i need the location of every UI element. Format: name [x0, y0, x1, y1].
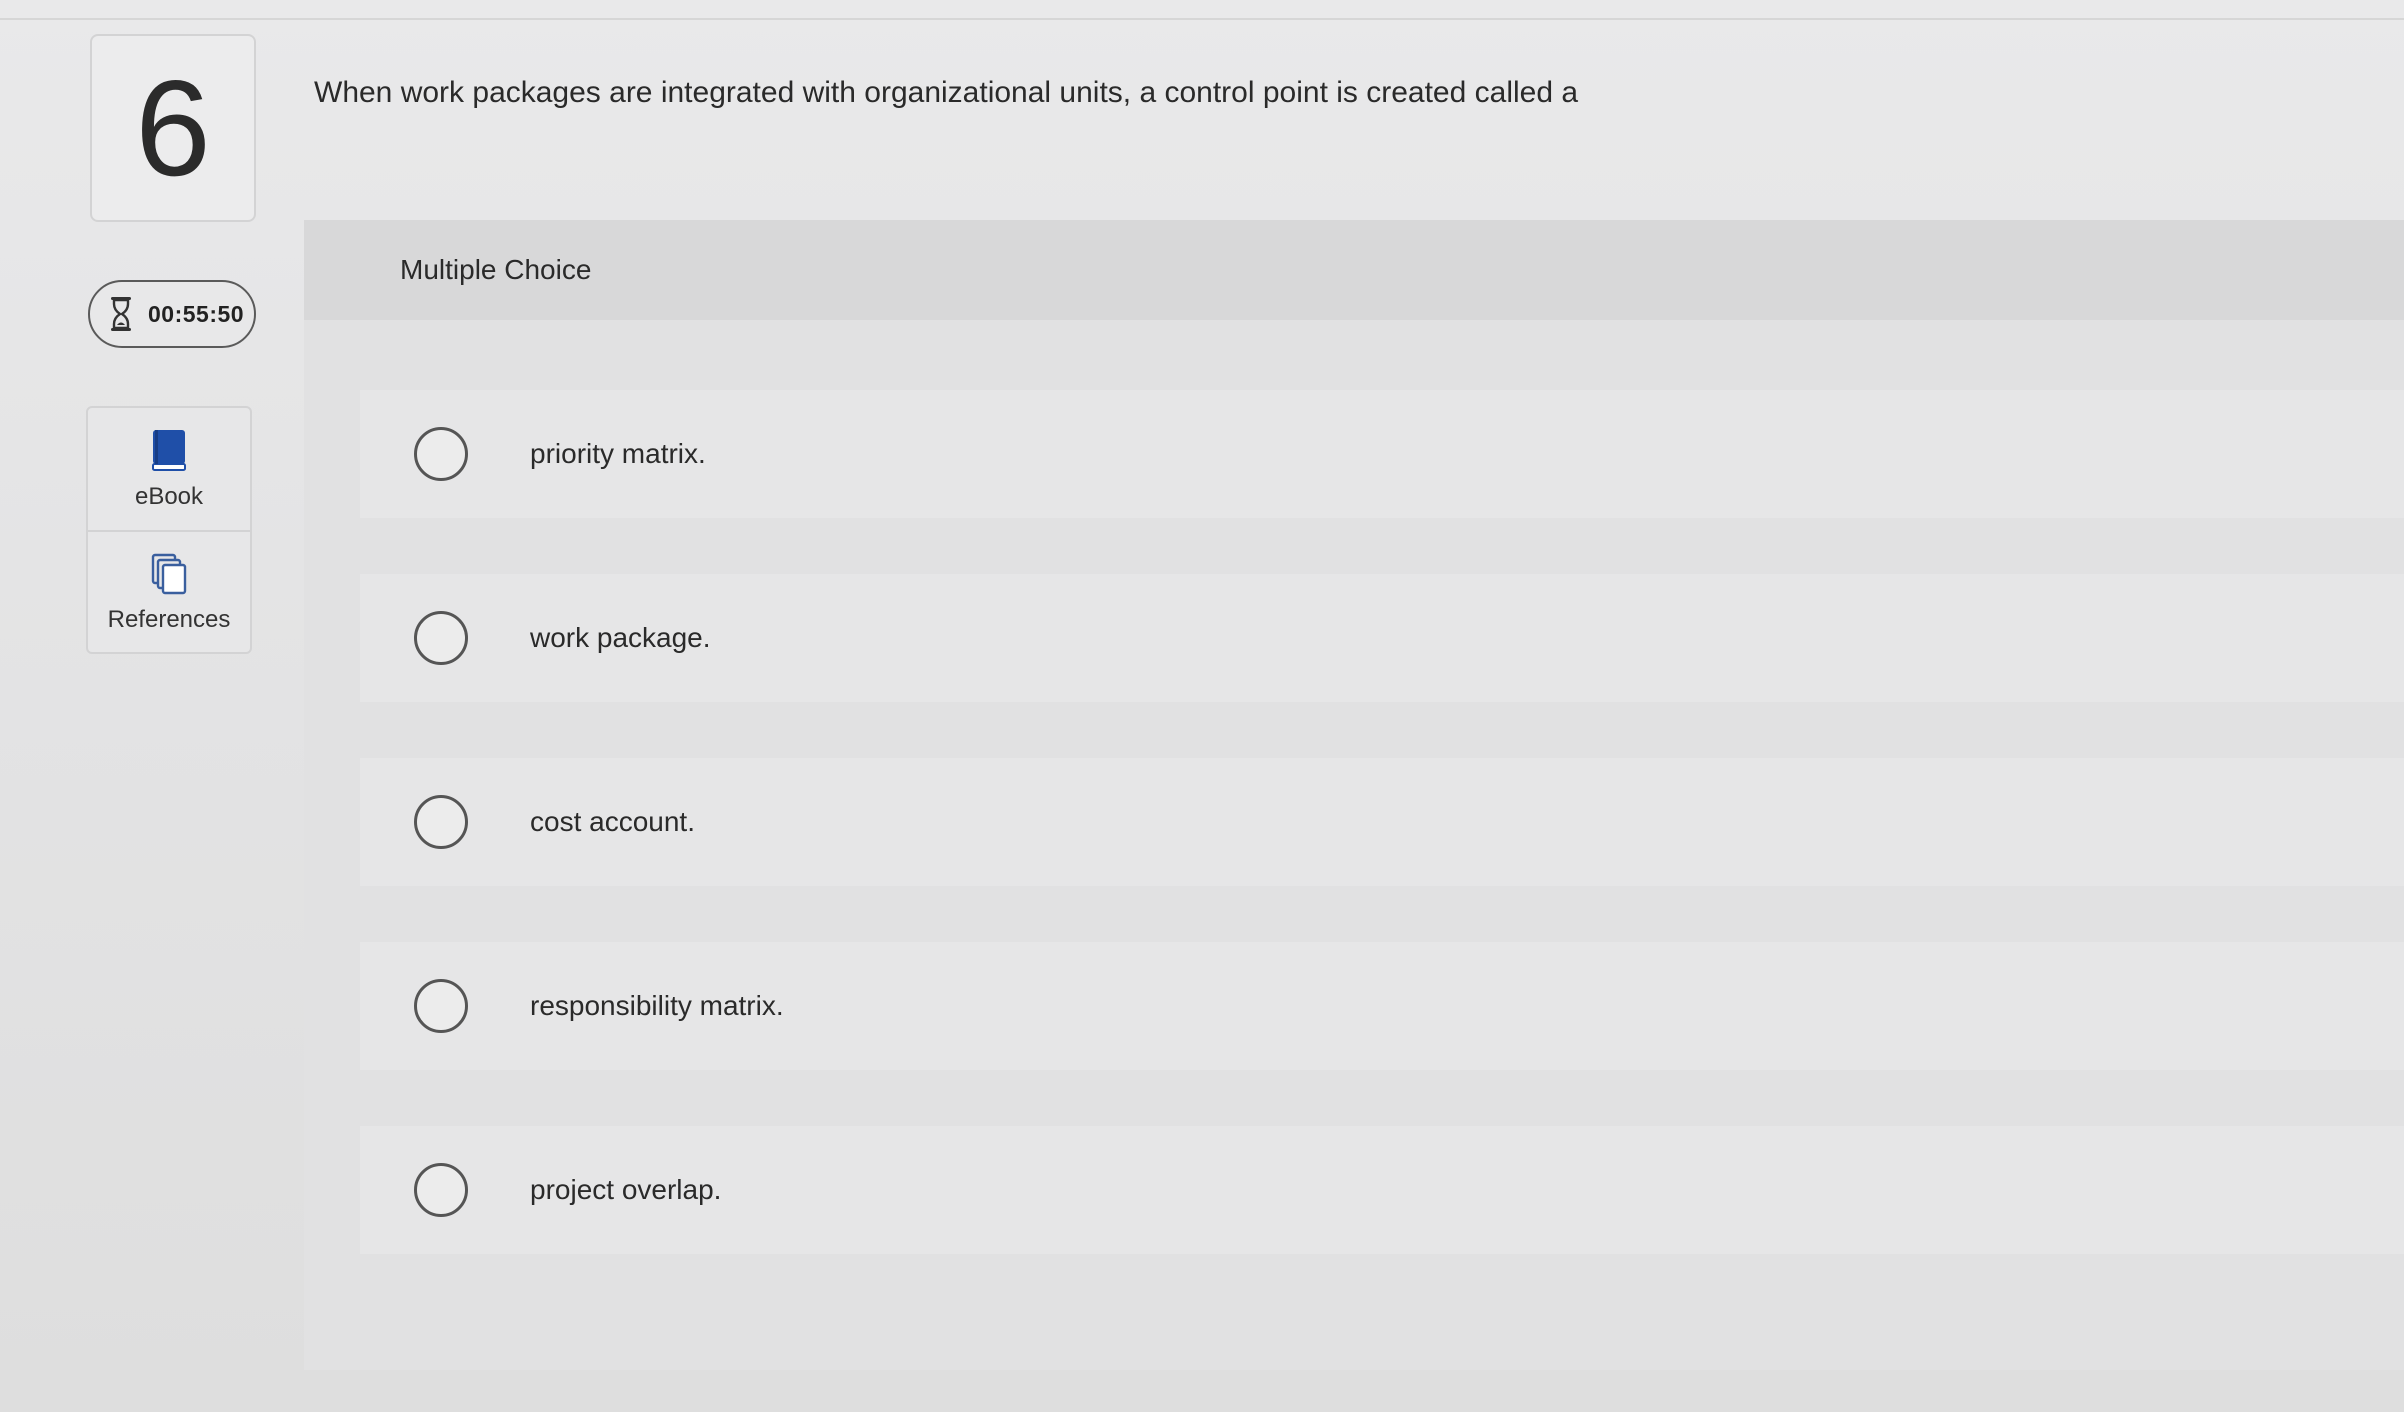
radio-button[interactable]: [414, 611, 468, 665]
radio-button[interactable]: [414, 427, 468, 481]
tools-panel: eBook References: [86, 406, 252, 654]
answer-panel: Multiple Choice priority matrix. work pa…: [304, 220, 2404, 1370]
ebook-button[interactable]: eBook: [88, 408, 250, 530]
answer-type-label: Multiple Choice: [400, 254, 592, 285]
question-number: 6: [135, 52, 211, 204]
radio-button[interactable]: [414, 1163, 468, 1217]
top-divider: [0, 18, 2404, 20]
question-number-box: 6: [90, 34, 256, 222]
references-button[interactable]: References: [88, 530, 250, 652]
option-responsibility-matrix[interactable]: responsibility matrix.: [360, 942, 2404, 1070]
option-project-overlap[interactable]: project overlap.: [360, 1126, 2404, 1254]
ebook-label: eBook: [134, 482, 204, 510]
option-label: work package.: [530, 622, 711, 653]
copy-pages-icon: [150, 553, 188, 600]
timer-value: 00:55:50: [148, 300, 245, 327]
hourglass-icon: [108, 295, 134, 333]
option-label: priority matrix.: [530, 438, 706, 469]
radio-button[interactable]: [414, 795, 468, 849]
radio-button[interactable]: [414, 979, 468, 1033]
book-icon: [150, 428, 188, 477]
question-prompt: When work packages are integrated with o…: [314, 76, 1579, 109]
option-priority-matrix[interactable]: priority matrix.: [360, 390, 2404, 518]
references-label: References: [107, 605, 231, 633]
timer-badge: 00:55:50: [88, 280, 256, 348]
option-work-package[interactable]: work package.: [360, 574, 2404, 702]
option-cost-account[interactable]: cost account.: [360, 758, 2404, 886]
option-label: project overlap.: [530, 1174, 722, 1205]
option-label: cost account.: [530, 806, 695, 837]
option-label: responsibility matrix.: [530, 990, 784, 1021]
answer-type-header: Multiple Choice: [304, 220, 2404, 320]
